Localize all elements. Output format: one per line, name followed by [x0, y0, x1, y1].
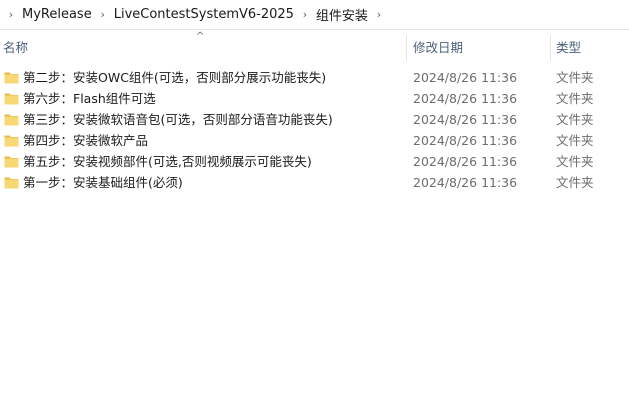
file-list: 第二步：安装OWC组件(可选，否则部分展示功能丧失) 2024/8/26 11:3… — [0, 67, 629, 193]
file-name: 第四步：安装微软产品 — [23, 133, 149, 148]
file-row[interactable]: 第二步：安装OWC组件(可选，否则部分展示功能丧失) 2024/8/26 11:3… — [0, 67, 629, 88]
sort-ascending-icon: ^ — [196, 31, 205, 42]
file-row[interactable]: 第五步：安装视频部件(可选,否则视频展示可能丧失) 2024/8/26 11:36… — [0, 151, 629, 172]
file-row[interactable]: 第六步：Flash组件可选 2024/8/26 11:36 文件夹 — [0, 88, 629, 109]
file-date: 2024/8/26 11:36 — [413, 112, 518, 127]
file-type: 文件夹 — [556, 133, 594, 148]
file-name: 第六步：Flash组件可选 — [23, 91, 156, 106]
file-date: 2024/8/26 11:36 — [413, 70, 518, 85]
column-header-bar: ^ 名称 修改日期 类型 — [0, 31, 629, 63]
file-name: 第二步：安装OWC组件(可选，否则部分展示功能丧失) — [23, 70, 327, 85]
file-date: 2024/8/26 11:36 — [413, 154, 518, 169]
breadcrumb-item-myrelease[interactable]: MyRelease — [22, 7, 92, 22]
file-row[interactable]: 第一步：安装基础组件(必须) 2024/8/26 11:36 文件夹 — [0, 172, 629, 193]
column-divider[interactable] — [550, 35, 551, 61]
file-type: 文件夹 — [556, 70, 594, 85]
column-header-type[interactable]: 类型 — [556, 31, 581, 63]
chevron-right-icon[interactable]: › — [368, 8, 390, 21]
file-row[interactable]: 第四步：安装微软产品 2024/8/26 11:36 文件夹 — [0, 130, 629, 151]
column-header-name[interactable]: 名称 — [3, 31, 28, 63]
column-divider[interactable] — [406, 35, 407, 61]
file-type: 文件夹 — [556, 154, 594, 169]
chevron-right-icon[interactable]: › — [294, 8, 316, 21]
file-type: 文件夹 — [556, 91, 594, 106]
folder-icon — [4, 112, 19, 127]
folder-icon — [4, 154, 19, 169]
breadcrumb-item-livecontestsystem[interactable]: LiveContestSystemV6-2025 — [114, 7, 294, 22]
folder-icon — [4, 91, 19, 106]
file-date: 2024/8/26 11:36 — [413, 133, 518, 148]
breadcrumb-item-current[interactable]: 组件安装 — [316, 5, 368, 24]
folder-icon — [4, 133, 19, 148]
file-date: 2024/8/26 11:36 — [413, 91, 518, 106]
file-type: 文件夹 — [556, 112, 594, 127]
file-row[interactable]: 第三步：安装微软语音包(可选，否则部分语音功能丧失) 2024/8/26 11:3… — [0, 109, 629, 130]
chevron-right-icon[interactable]: › — [0, 8, 22, 21]
file-type: 文件夹 — [556, 175, 594, 190]
file-name: 第三步：安装微软语音包(可选，否则部分语音功能丧失) — [23, 112, 333, 127]
file-name: 第五步：安装视频部件(可选,否则视频展示可能丧失) — [23, 154, 312, 169]
folder-icon — [4, 70, 19, 85]
column-header-date[interactable]: 修改日期 — [413, 31, 463, 63]
file-name: 第一步：安装基础组件(必须) — [23, 175, 183, 190]
file-date: 2024/8/26 11:36 — [413, 175, 518, 190]
chevron-right-icon[interactable]: › — [92, 8, 114, 21]
folder-icon — [4, 175, 19, 190]
breadcrumb: › MyRelease › LiveContestSystemV6-2025 ›… — [0, 0, 629, 30]
